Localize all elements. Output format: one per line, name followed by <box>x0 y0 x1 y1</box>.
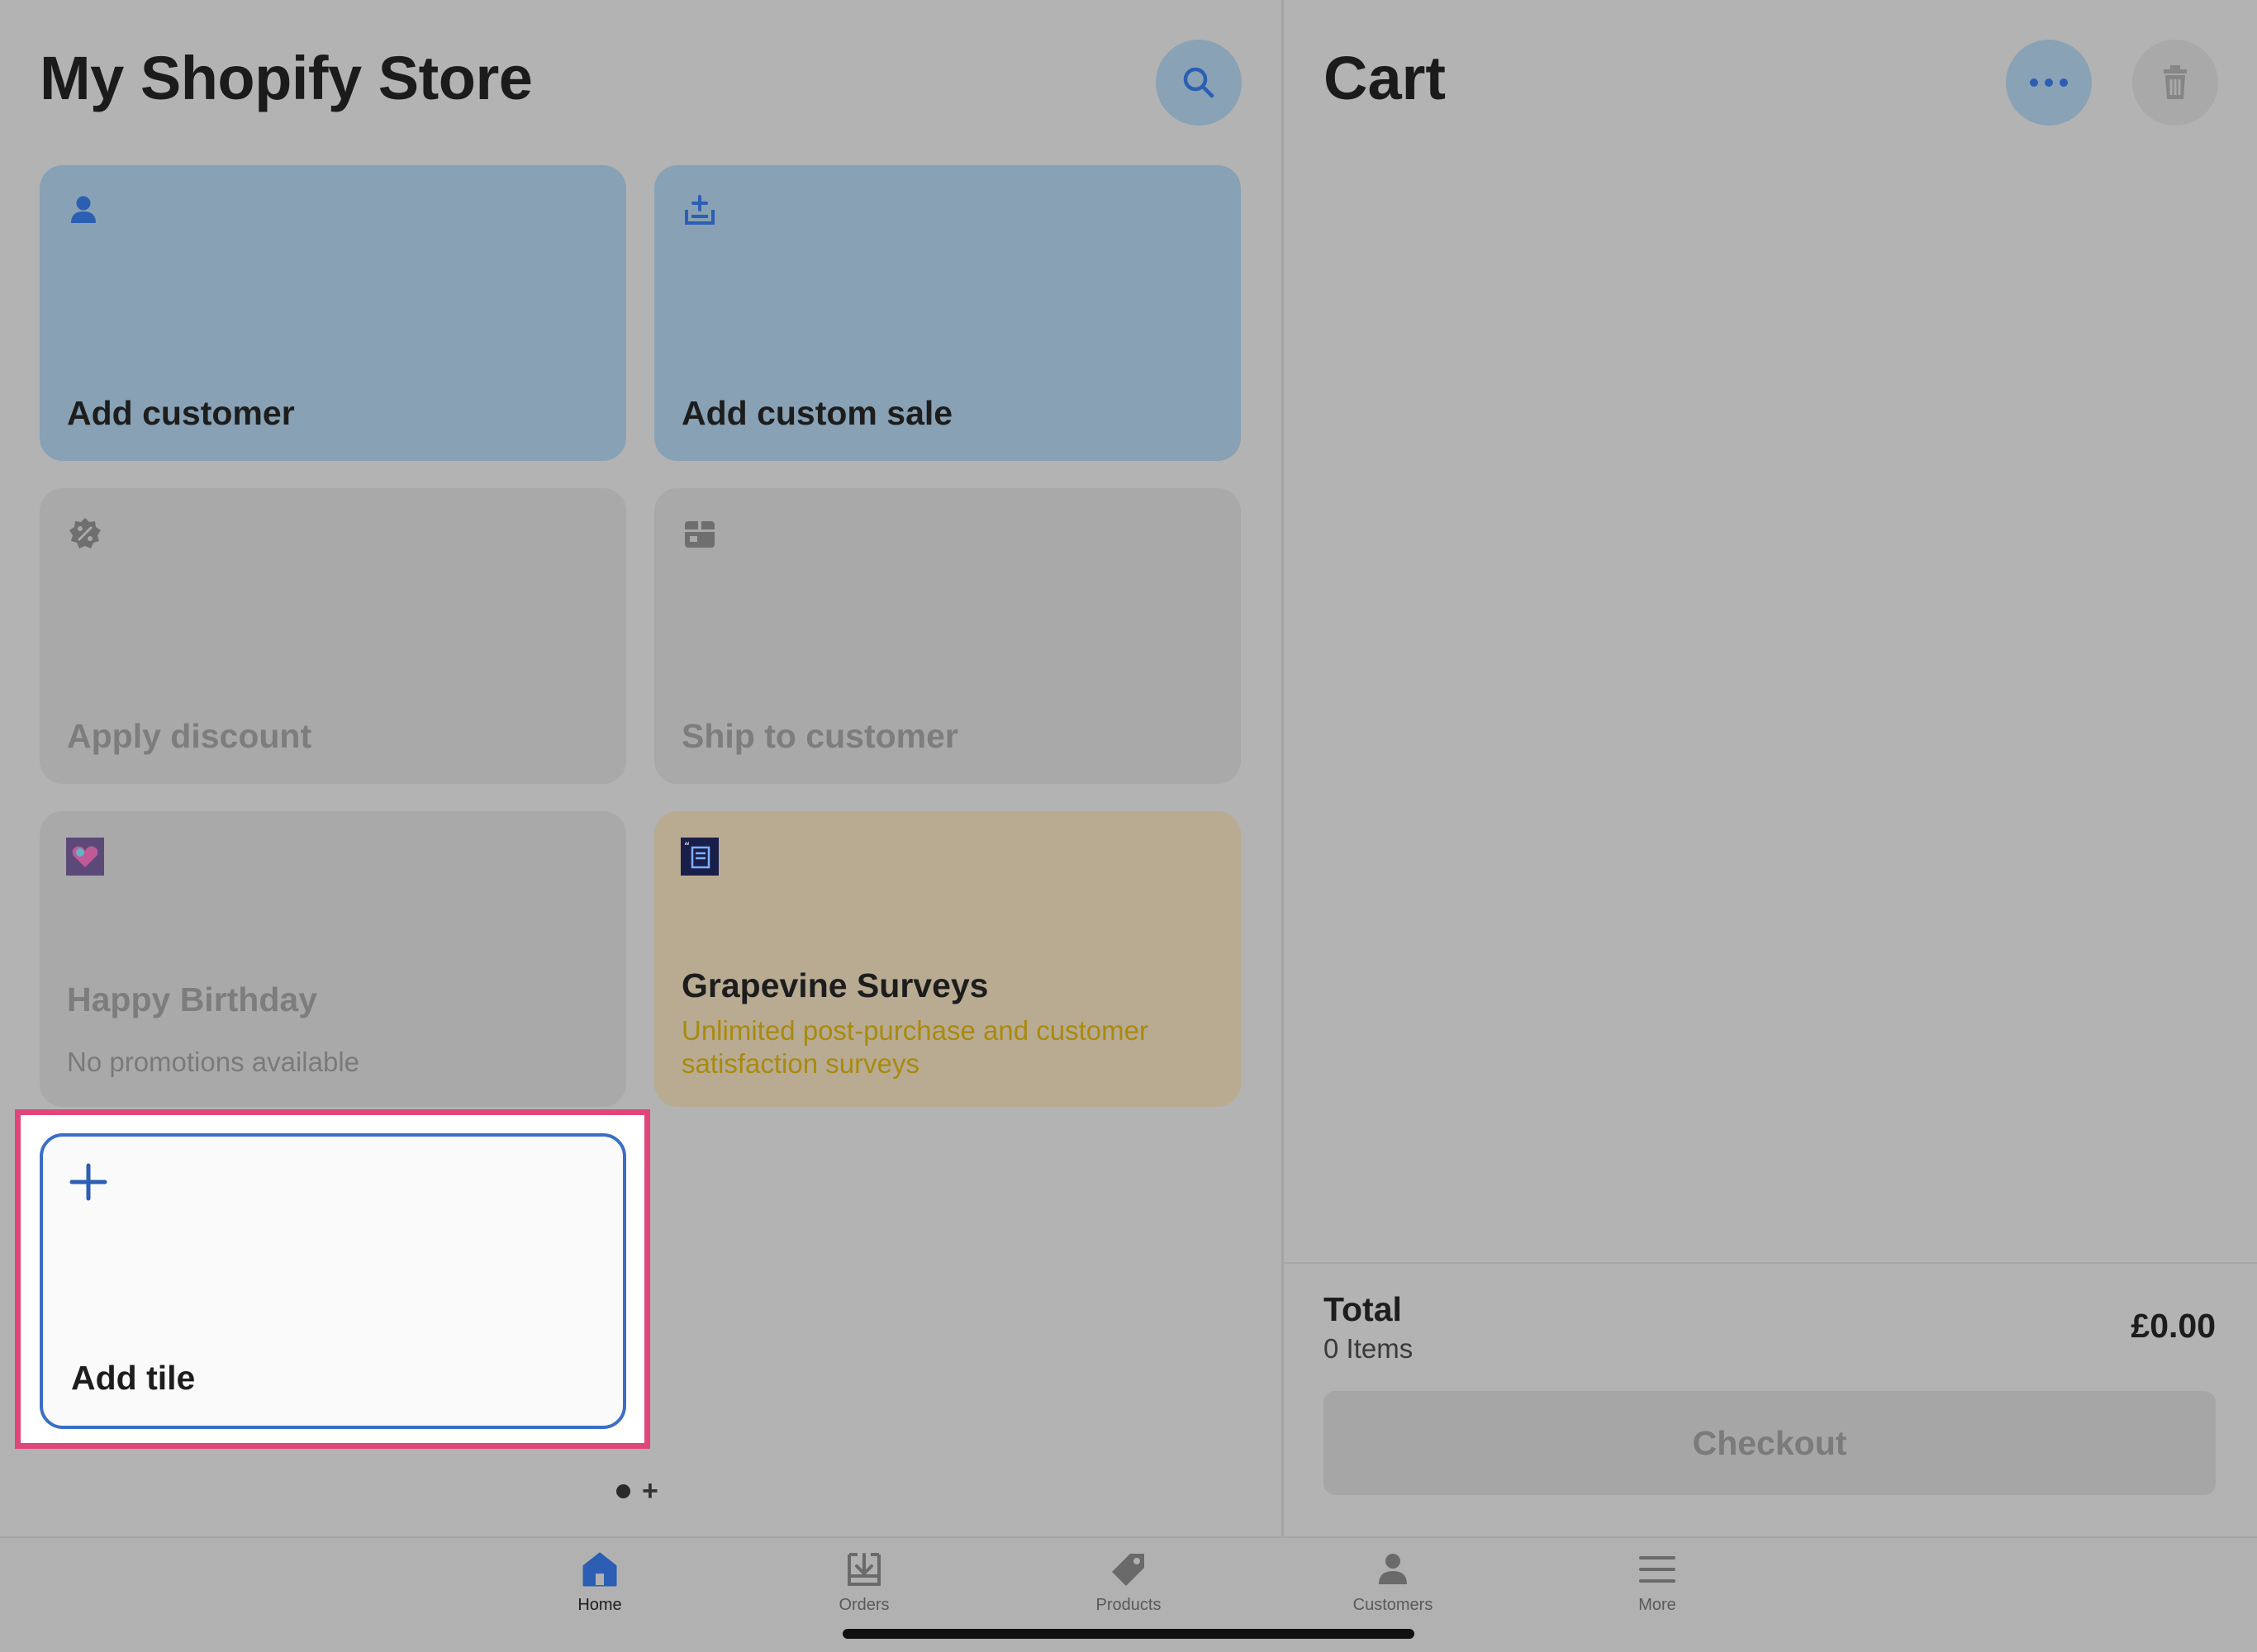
tile-ship-to-customer[interactable]: Ship to customer <box>654 488 1241 784</box>
tile-add-custom-sale[interactable]: Add custom sale <box>654 165 1241 461</box>
tile-grapevine-surveys[interactable]: “ Grapevine Surveys Unlimited post-purch… <box>654 811 1241 1107</box>
hamburger-icon <box>1639 1556 1675 1583</box>
tab-label: Home <box>577 1596 622 1614</box>
total-label: Total <box>1323 1290 1402 1328</box>
total-value: £0.00 <box>2131 1307 2216 1345</box>
items-count: 0 Items <box>1323 1333 1414 1364</box>
person-icon <box>71 196 96 223</box>
tab-label: More <box>1638 1596 1676 1614</box>
svg-text:“: “ <box>684 841 690 854</box>
clear-cart-button[interactable] <box>2132 40 2218 126</box>
cart-divider <box>1284 1262 2257 1264</box>
tile-label: Ship to customer <box>682 717 958 755</box>
tile-apply-discount[interactable]: Apply discount <box>40 488 626 784</box>
tag-icon <box>1112 1554 1144 1586</box>
tile-label: Add custom sale <box>682 394 953 432</box>
search-icon <box>1183 67 1214 98</box>
tab-label: Products <box>1095 1596 1162 1614</box>
tile-add-customer[interactable]: Add customer <box>40 165 626 461</box>
tile-label: Grapevine Surveys <box>682 966 989 1004</box>
tab-home[interactable]: Home <box>517 1550 682 1615</box>
orders-icon <box>848 1553 881 1586</box>
checkout-button[interactable]: Checkout <box>1323 1391 2216 1495</box>
trash-icon <box>2164 65 2187 99</box>
tab-orders[interactable]: Orders <box>782 1550 947 1615</box>
tile-happy-birthday[interactable]: Happy Birthday No promotions available <box>40 811 626 1107</box>
home-indicator <box>843 1629 1414 1639</box>
add-tile-button[interactable]: Add tile <box>40 1133 626 1429</box>
search-button[interactable] <box>1156 40 1242 126</box>
tile-label: Apply discount <box>67 717 312 755</box>
tile-sublabel: Unlimited post-purchase and customer sat… <box>682 1015 1148 1079</box>
add-tile-label: Add tile <box>71 1359 196 1397</box>
tab-label: Orders <box>839 1596 890 1614</box>
cart-panel: Cart Total 0 Items £0.00 Checkout <box>1284 0 2257 1536</box>
plus-icon <box>69 1163 107 1201</box>
custom-sale-icon <box>685 195 715 225</box>
tab-products[interactable]: Products <box>1046 1550 1211 1615</box>
tab-label: Customers <box>1352 1596 1433 1614</box>
app-survey-icon: “ <box>681 838 719 876</box>
page-indicator: + <box>616 1477 658 1505</box>
discount-badge-icon <box>69 518 101 548</box>
shipping-box-icon <box>685 521 715 548</box>
person-icon <box>1379 1554 1407 1584</box>
tile-sublabel: No promotions available <box>67 1047 360 1077</box>
home-icon <box>582 1552 617 1587</box>
home-panel: My Shopify Store Add customer Add custom… <box>0 0 1281 1536</box>
ellipsis-icon <box>2030 78 2068 87</box>
app-heart-icon <box>66 838 104 876</box>
cart-more-button[interactable] <box>2006 40 2092 126</box>
add-page-button[interactable]: + <box>642 1477 658 1505</box>
store-title: My Shopify Store <box>40 44 533 112</box>
tab-customers[interactable]: Customers <box>1310 1550 1475 1615</box>
page-dot-current[interactable] <box>616 1483 630 1498</box>
tab-more[interactable]: More <box>1575 1550 1740 1615</box>
tile-label: Add customer <box>67 394 295 432</box>
cart-title: Cart <box>1323 44 1447 112</box>
